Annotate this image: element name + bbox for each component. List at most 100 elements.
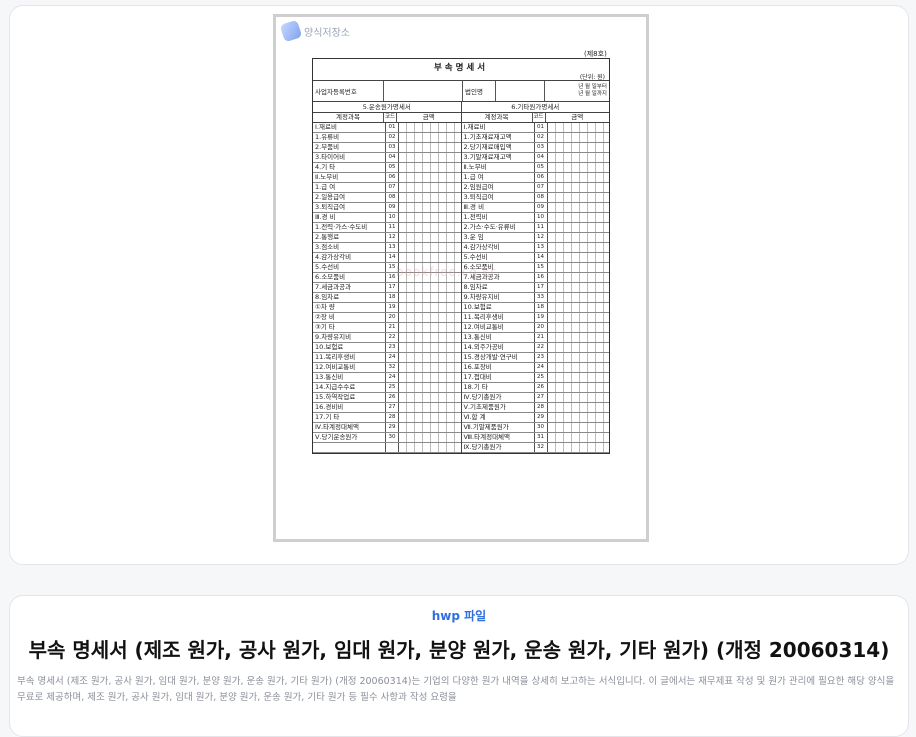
row-item-name: 12.여비교통비 (462, 323, 535, 332)
row-code: 26 (386, 393, 399, 402)
statement-grid: 계정과목 코드 금액 Ⅰ.재료비 01 1.유류비 02 2.부품비 03 3.타이어… (313, 113, 609, 453)
row-amount (399, 283, 461, 292)
row-amount (547, 403, 609, 412)
row-amount (547, 293, 609, 302)
row-amount (399, 203, 461, 212)
row-amount (399, 383, 461, 392)
table-row: 2.통행료 12 (313, 233, 461, 243)
row-code: 16 (535, 273, 548, 282)
table-row: 1.급 여 06 (461, 173, 609, 183)
row-item-name: 14.지급수수료 (313, 383, 386, 392)
table-row: 15.경상개발·연구비 23 (461, 353, 609, 363)
description: 부속 명세서 (제조 원가, 공사 원가, 임대 원가, 분양 원가, 운송 원… (17, 676, 895, 703)
row-item-name: 6.소모품비 (313, 273, 386, 282)
row-code: 24 (386, 353, 399, 362)
row-item-name: 16.포장비 (462, 363, 535, 372)
row-code: 24 (386, 373, 399, 382)
row-item-name: ②장 비 (313, 313, 386, 322)
row-item-name: 2.가스·수도·유류비 (462, 223, 535, 232)
col-header-amount: 금액 (422, 113, 435, 121)
col-header-item: 계정과목 (313, 113, 384, 122)
row-amount (547, 233, 609, 242)
table-row: 1.기초재료재고액 02 (461, 133, 609, 143)
row-code: 27 (386, 403, 399, 412)
table-row: Ⅱ.노무비 06 (313, 173, 461, 183)
row-amount (399, 153, 461, 162)
table-row: 1.유류비 02 (313, 133, 461, 143)
row-code: 22 (386, 333, 399, 342)
col-header-code: 코드 (384, 113, 397, 122)
table-row: 3.점소비 13 (313, 243, 461, 253)
row-amount (547, 153, 609, 162)
table-row: ③기 타 21 (313, 323, 461, 333)
row-item-name: Ⅷ.타계정대체액 (462, 433, 535, 442)
table-row: Ⅲ.경 비 09 (461, 203, 609, 213)
table-row: Ⅴ.당기운송원가 30 (313, 433, 461, 443)
row-code: 28 (535, 403, 548, 412)
table-row: 1.급 여 07 (313, 183, 461, 193)
corp-name-label: 법인명 (463, 81, 496, 101)
row-code: 20 (386, 313, 399, 322)
table-row: Ⅴ.기초제품원가 28 (461, 403, 609, 413)
row-item-name: 14.외주가공비 (462, 343, 535, 352)
table-row: 12.여비교통비 20 (461, 323, 609, 333)
table-row: 9.차량유지비 33 (461, 293, 609, 303)
table-row: 8.임차료 18 (313, 293, 461, 303)
row-code: 14 (535, 253, 548, 262)
row-amount (547, 303, 609, 312)
col-header-code: 코드 (533, 113, 546, 122)
row-item-name: 17.접대비 (462, 373, 535, 382)
row-code: 14 (386, 253, 399, 262)
row-amount (547, 363, 609, 372)
table-row: 13.통신비 24 (313, 373, 461, 383)
row-code: 03 (386, 143, 399, 152)
sheet-info-row: 사업자등록번호 법인명 년 월 일부터 년 월 일까지 (313, 80, 609, 102)
document-preview[interactable]: 양식저장소 (제8호) 부속명세서 (단위: 원) 사업자등록번호 법인명 년 … (273, 14, 649, 542)
row-code: 02 (535, 133, 548, 142)
row-code: 13 (386, 243, 399, 252)
row-item-name: 8.임차료 (313, 293, 386, 302)
row-amount (399, 193, 461, 202)
row-amount (547, 193, 609, 202)
logo-text: 양식저장소 (304, 27, 350, 39)
row-item-name: 4.감가상각비 (313, 253, 386, 262)
row-item-name: 4.기 타 (313, 163, 386, 172)
row-amount (547, 223, 609, 232)
table-row: Ⅵ.합 계 29 (461, 413, 609, 423)
row-amount (547, 143, 609, 152)
row-code: 03 (535, 143, 548, 152)
table-row: 17.기 타 28 (313, 413, 461, 423)
row-code: 29 (535, 413, 548, 422)
table-row: Ⅲ.경 비 10 (313, 213, 461, 223)
row-amount (547, 333, 609, 342)
table-row: Ⅳ.당기총원가 27 (461, 393, 609, 403)
row-code: 21 (535, 333, 548, 342)
row-code: 01 (386, 123, 399, 132)
row-code: 15 (535, 263, 548, 272)
row-amount (547, 263, 609, 272)
col-header-item: 계정과목 (462, 113, 533, 122)
table-row: 16.포장비 24 (461, 363, 609, 373)
row-code: 10 (386, 213, 399, 222)
row-amount (399, 403, 461, 412)
left-column: 계정과목 코드 금액 Ⅰ.재료비 01 1.유류비 02 2.부품비 03 3.타이어… (313, 113, 462, 453)
table-row: 2.당기재료매입액 03 (461, 143, 609, 153)
row-item-name: 9.차량유지비 (313, 333, 386, 342)
row-item-name: 3.점소비 (313, 243, 386, 252)
info-card: hwp 파일 부속 명세서 (제조 원가, 공사 원가, 임대 원가, 분양 원… (9, 595, 909, 737)
row-amount (547, 273, 609, 282)
row-item-name: 5.수선비 (462, 253, 535, 262)
row-amount (399, 223, 461, 232)
row-code: 29 (386, 423, 399, 432)
row-code: 18 (535, 303, 548, 312)
row-code: 22 (535, 343, 548, 352)
row-code: 12 (535, 233, 548, 242)
row-item-name: Ⅳ.타계정대체액 (313, 423, 386, 432)
table-row: 3.운 임 12 (461, 233, 609, 243)
table-row: 7.세금과공과 17 (313, 283, 461, 293)
row-item-name: Ⅸ.당기총원가 (462, 443, 535, 452)
file-type-label[interactable]: hwp 파일 (10, 607, 908, 624)
row-amount (399, 123, 461, 132)
row-code: 06 (535, 173, 548, 182)
row-item-name: Ⅰ.재료비 (462, 123, 535, 132)
